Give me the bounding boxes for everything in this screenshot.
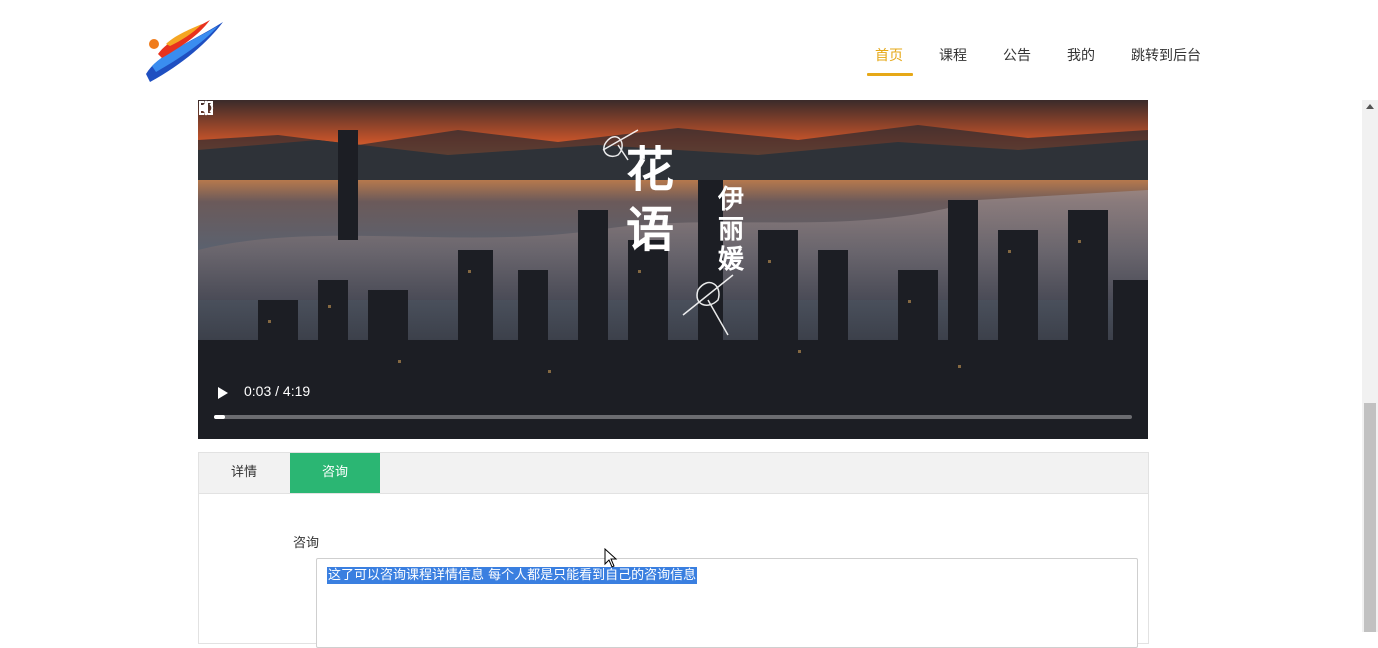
- tab-bar: 详情 咨询: [199, 453, 1148, 494]
- nav-admin[interactable]: 跳转到后台: [1131, 38, 1201, 74]
- page-scrollbar[interactable]: [1362, 100, 1378, 632]
- site-logo[interactable]: [138, 14, 230, 86]
- course-info-panel: 详情 咨询 咨询 这了可以咨询课程详情信息 每个人都是只能看到自己的咨询信息: [198, 452, 1149, 648]
- video-overlay-title: 花语: [626, 142, 675, 258]
- main-nav: 首页 课程 公告 我的 跳转到后台: [867, 38, 1237, 76]
- site-header: 首页 课程 公告 我的 跳转到后台: [0, 0, 1378, 100]
- nav-mine[interactable]: 我的: [1067, 38, 1095, 74]
- nav-courses[interactable]: 课程: [939, 38, 967, 74]
- more-options-icon[interactable]: [198, 100, 214, 116]
- consult-field-label: 咨询: [293, 536, 320, 551]
- scrollbar-thumb[interactable]: [1364, 403, 1376, 632]
- video-time: 0:03 / 4:19: [244, 383, 311, 399]
- consult-textarea-value: 这了可以咨询课程详情信息 每个人都是只能看到自己的咨询信息: [327, 567, 698, 584]
- video-progress-bar[interactable]: [214, 415, 1132, 419]
- video-progress-fill: [214, 415, 226, 419]
- video-overlay-subtitle: 伊丽媛: [718, 185, 745, 275]
- tab-consult[interactable]: 咨询: [290, 453, 380, 493]
- play-icon[interactable]: [216, 385, 230, 401]
- mouse-cursor-icon: [604, 548, 618, 568]
- consult-textarea[interactable]: 这了可以咨询课程详情信息 每个人都是只能看到自己的咨询信息: [316, 558, 1138, 648]
- nav-announcements[interactable]: 公告: [1003, 38, 1031, 74]
- course-video-player[interactable]: 花语 伊丽媛 0:03 / 4:19: [198, 100, 1148, 439]
- nav-home[interactable]: 首页: [867, 38, 913, 76]
- scroll-up-arrow-icon[interactable]: [1366, 104, 1374, 109]
- tab-detail[interactable]: 详情: [199, 453, 289, 493]
